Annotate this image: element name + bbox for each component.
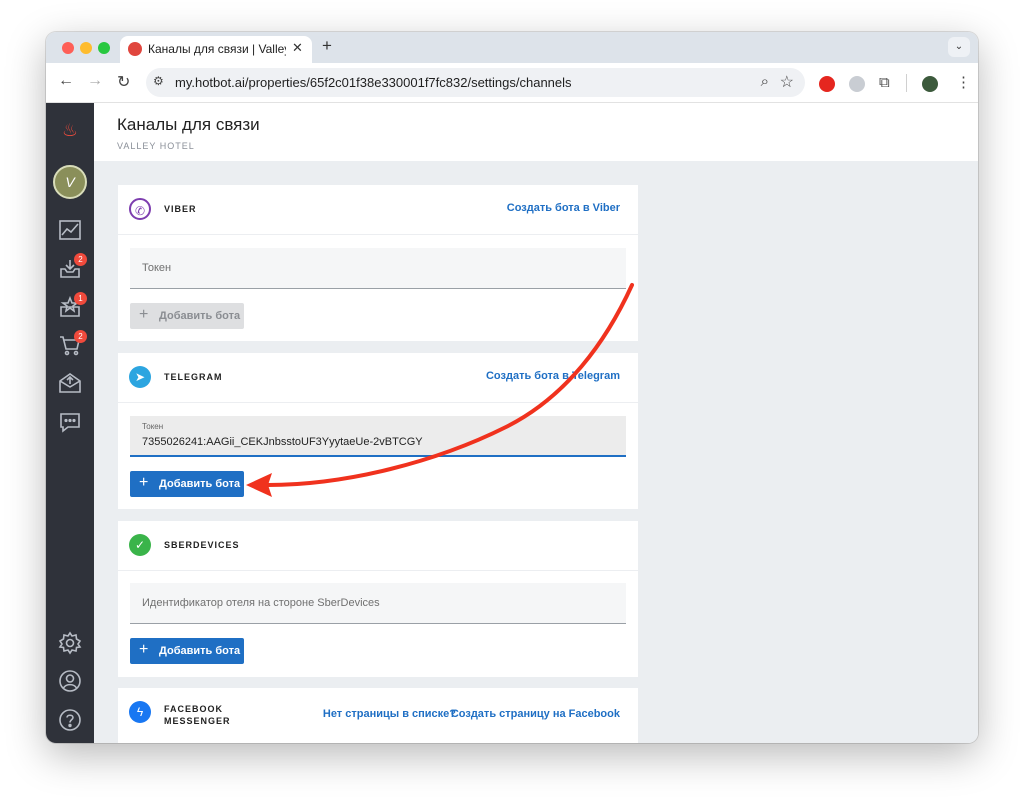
reviews-badge: 1 — [74, 292, 87, 305]
property-name: VALLEY HOTEL — [117, 141, 195, 151]
facebook-channel-name: FACEBOOK MESSENGER — [164, 703, 231, 727]
no-page-in-list-link[interactable]: Нет страницы в списке? — [323, 708, 456, 720]
sberdevices-hotel-id-placeholder: Идентификатор отеля на стороне SberDevic… — [142, 597, 380, 609]
telegram-token-label: Токен — [142, 422, 164, 431]
extensions-puzzle-icon[interactable]: ⧉ — [879, 74, 895, 91]
user-profile-icon[interactable] — [57, 669, 83, 695]
sberdevices-card-header: ✓ SBERDEVICES — [118, 521, 638, 571]
hotbot-logo-icon[interactable]: ♨ — [57, 117, 83, 143]
forward-button[interactable]: → — [87, 72, 103, 90]
viber-channel-card: ✆ VIBER Создать бота в Viber Токен + Доб… — [118, 185, 638, 341]
plus-icon: + — [139, 306, 149, 323]
app-area: ♨ V 2 1 2 Каналы для связи VALLEY HOTEL … — [46, 103, 978, 743]
tab-close-icon[interactable]: ✕ — [292, 40, 303, 56]
sberdevices-icon: ✓ — [129, 534, 151, 556]
telegram-card-header: ➤ TELEGRAM Создать бота в Telegram — [118, 353, 638, 403]
page-header: Каналы для связи VALLEY HOTEL — [94, 103, 978, 161]
sberdevices-add-bot-button[interactable]: + Добавить бота — [130, 638, 244, 664]
create-viber-bot-link[interactable]: Создать бота в Viber — [507, 202, 620, 214]
plus-icon: + — [139, 474, 149, 491]
more-menu-icon[interactable]: ⋮ — [956, 73, 972, 91]
telegram-icon: ➤ — [129, 366, 151, 388]
viber-add-bot-button[interactable]: + Добавить бота — [130, 303, 244, 329]
new-tab-button[interactable]: + — [322, 36, 332, 56]
mailing-icon[interactable] — [57, 371, 83, 397]
sberdevices-add-bot-label: Добавить бота — [159, 645, 241, 657]
sberdevices-hotel-id-field[interactable]: Идентификатор отеля на стороне SberDevic… — [130, 583, 626, 624]
profile-avatar-icon[interactable] — [922, 76, 938, 92]
browser-window: Каналы для связи | Valley Ho ✕ + ⌄ ← → ↻… — [46, 32, 978, 743]
address-bar[interactable]: ⚙ my.hotbot.ai/properties/65f2c01f38e330… — [146, 68, 805, 97]
facebook-channel-card: ϟ FACEBOOK MESSENGER Нет страницы в спис… — [118, 688, 638, 743]
viber-icon: ✆ — [129, 198, 151, 220]
globe-extension-icon[interactable] — [849, 76, 865, 92]
site-info-icon[interactable]: ⚙ — [153, 74, 164, 88]
viber-token-field[interactable]: Токен — [130, 248, 626, 289]
sberdevices-channel-name: SBERDEVICES — [164, 540, 240, 550]
telegram-add-bot-label: Добавить бота — [159, 478, 241, 490]
messenger-icon: ϟ — [129, 701, 151, 723]
browser-tab[interactable]: Каналы для связи | Valley Ho ✕ — [120, 36, 312, 63]
viber-add-bot-label: Добавить бота — [159, 310, 241, 322]
telegram-token-value[interactable]: 7355026241:AAGii_CEKJnbsstoUF3YyytaeUe-2… — [142, 436, 423, 448]
telegram-add-bot-button[interactable]: + Добавить бота — [130, 471, 244, 497]
viber-token-placeholder: Токен — [142, 262, 172, 274]
facebook-name-line2: MESSENGER — [164, 716, 231, 726]
telegram-channel-name: TELEGRAM — [164, 372, 223, 382]
analytics-icon[interactable] — [57, 218, 83, 244]
tab-title: Каналы для связи | Valley Ho — [148, 42, 286, 56]
page-title: Каналы для связи — [117, 115, 260, 134]
toolbar-divider — [906, 74, 907, 92]
reload-button[interactable]: ↻ — [117, 72, 130, 92]
close-window-button[interactable] — [62, 42, 74, 54]
viber-card-header: ✆ VIBER Создать бота в Viber — [118, 185, 638, 235]
bookmark-star-icon[interactable]: ☆ — [780, 72, 794, 92]
facebook-name-line1: FACEBOOK — [164, 704, 224, 714]
chat-icon[interactable] — [57, 410, 83, 436]
sidebar: ♨ V 2 1 2 — [46, 103, 94, 743]
minimize-window-button[interactable] — [80, 42, 92, 54]
adblock-extension-icon[interactable] — [819, 76, 835, 92]
property-avatar[interactable]: V — [53, 165, 87, 199]
plus-icon: + — [139, 641, 149, 658]
tab-search-button[interactable]: ⌄ — [948, 37, 970, 57]
orders-badge: 2 — [74, 330, 87, 343]
telegram-token-field[interactable]: Токен 7355026241:AAGii_CEKJnbsstoUF3Yyyt… — [130, 416, 626, 457]
hotbot-favicon-icon — [128, 42, 142, 56]
zoom-icon[interactable]: ⌕ — [761, 73, 769, 90]
settings-gear-icon[interactable] — [57, 631, 83, 657]
tab-strip: Каналы для связи | Valley Ho ✕ + ⌄ — [46, 32, 978, 63]
back-button[interactable]: ← — [58, 72, 74, 90]
browser-toolbar: ← → ↻ ⚙ my.hotbot.ai/properties/65f2c01f… — [46, 63, 978, 103]
create-telegram-bot-link[interactable]: Создать бота в Telegram — [486, 370, 620, 382]
create-facebook-page-link[interactable]: Создать страницу на Facebook — [451, 708, 620, 720]
telegram-channel-card: ➤ TELEGRAM Создать бота в Telegram Токен… — [118, 353, 638, 509]
url-text[interactable]: my.hotbot.ai/properties/65f2c01f38e33000… — [175, 75, 572, 90]
sberdevices-channel-card: ✓ SBERDEVICES Идентификатор отеля на сто… — [118, 521, 638, 677]
zoom-window-button[interactable] — [98, 42, 110, 54]
help-icon[interactable] — [57, 708, 83, 734]
viber-channel-name: VIBER — [164, 204, 197, 214]
inbox-badge: 2 — [74, 253, 87, 266]
